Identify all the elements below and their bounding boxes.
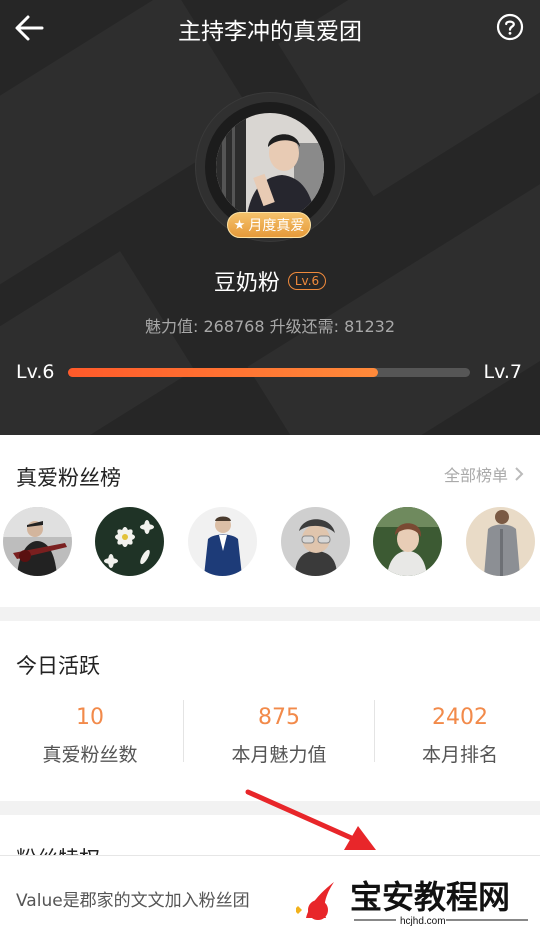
star-icon: ★ — [233, 217, 246, 233]
monthly-love-badge: ★ 月度真爱 — [227, 212, 311, 238]
join-message: Value是郡家的文文加入粉丝团 — [16, 891, 250, 911]
today-active-title: 今日活跃 — [16, 654, 100, 678]
charm-info: 魅力值: 268768 升级还需: 81232 — [144, 317, 396, 336]
stat-value: 10 — [76, 705, 104, 730]
fan-avatar-sunglasses-avatar[interactable] — [281, 507, 350, 576]
fan-avatar-flowers-avatar[interactable] — [95, 507, 164, 576]
level-progress-fill — [68, 368, 378, 377]
level-tag: Lv.6 — [287, 272, 327, 290]
watermark-url: hcjhd.com — [400, 916, 446, 927]
user-avatar[interactable] — [216, 113, 324, 221]
divider — [183, 700, 184, 762]
stat-monthly-rank: 2402 本月排名 — [370, 705, 540, 767]
fans-ranking-title: 真爱粉丝榜 — [16, 466, 121, 490]
red-arrow-annotation — [245, 789, 376, 850]
fans-ranking-card: 真爱粉丝榜 — [0, 435, 540, 607]
all-rankings-link[interactable]: 全部榜单 — [444, 462, 524, 486]
level-progress-bar — [68, 368, 470, 377]
stat-label: 本月魅力值 — [231, 744, 327, 766]
current-level-label: Lv.6 — [16, 361, 55, 383]
stat-monthly-charm: 875 本月魅力值 — [189, 705, 369, 767]
next-level-label: Lv.7 — [483, 361, 522, 383]
stat-label: 本月排名 — [421, 744, 498, 766]
stat-fans-count: 10 真爱粉丝数 — [0, 705, 180, 767]
stat-label: 真爱粉丝数 — [42, 744, 138, 766]
help-icon[interactable] — [496, 13, 524, 41]
fan-avatar-forest-portrait-avatar[interactable] — [373, 507, 442, 576]
chevron-right-icon — [515, 467, 524, 481]
fan-avatar-suit-man-avatar[interactable] — [188, 507, 257, 576]
top-bar: 主持李冲的真爱团 — [0, 0, 540, 56]
watermark-brand: 宝安教程网 — [350, 879, 510, 915]
user-name: 豆奶粉 — [213, 271, 280, 296]
hero-header: 主持李冲的真爱团 ★ 月度真爱 豆奶粉 Lv.6 魅力值: 268768 升级还… — [0, 0, 540, 435]
user-name-row: 豆奶粉 Lv.6 — [0, 265, 540, 297]
fan-avatar-guitarist-avatar[interactable] — [3, 507, 72, 576]
page-title: 主持李冲的真爱团 — [178, 19, 362, 45]
fan-avatar-grey-coat-avatar[interactable] — [466, 507, 535, 576]
watermark-logo: 宝安教程网 hcjhd.com — [296, 879, 528, 927]
stat-value: 875 — [258, 705, 300, 730]
stat-value: 2402 — [432, 705, 488, 730]
